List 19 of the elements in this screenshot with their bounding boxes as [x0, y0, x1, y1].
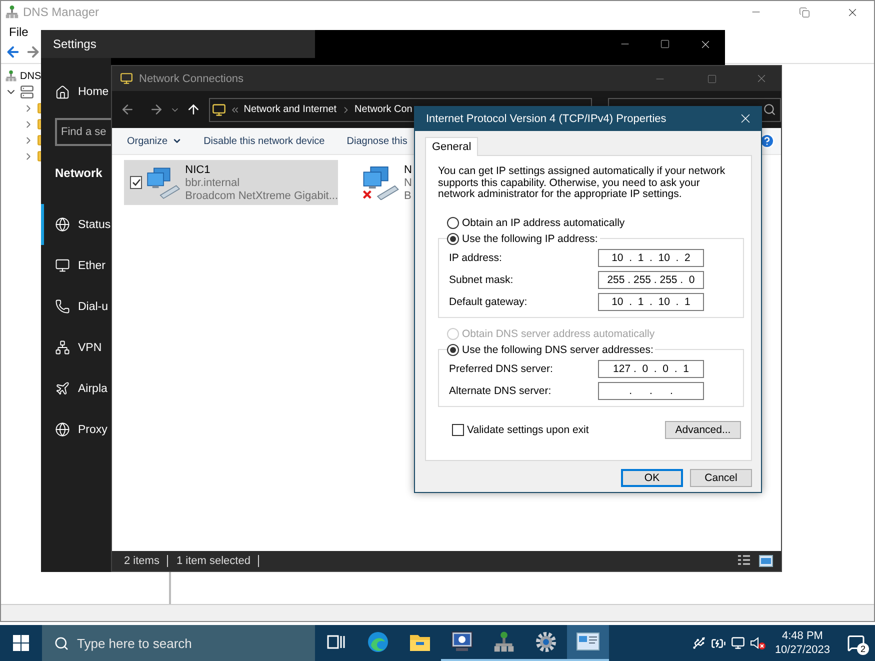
notification-count: 2 [857, 643, 869, 655]
intro-text: You can get IP settings assigned automatically if your network supports this capability. Otherwise, you need to ask your network administrator for the appropriate IP settings. [438, 166, 726, 200]
window-title: DNS Manager [23, 5, 100, 19]
connection-network: N [404, 176, 412, 188]
field-label: Subnet mask: [449, 274, 514, 286]
window-title: Network Connections [139, 72, 244, 84]
connection-name: NIC1 [185, 164, 212, 176]
field-label: Preferred DNS server: [449, 362, 554, 374]
connection-device: Broadcom NetXtreme Gigabit... [185, 190, 338, 202]
window-title: Settings [53, 37, 96, 51]
field-label: IP address: [449, 252, 503, 264]
connection-network: bbr.internal [185, 176, 241, 188]
field-label: Default gateway: [449, 296, 528, 308]
section-heading: Network [55, 166, 104, 180]
status-text: 2 items [124, 555, 160, 567]
connection-name: N [404, 164, 412, 176]
connection-device: B [404, 190, 412, 202]
field-label: Alternate DNS server: [449, 384, 552, 396]
status-text: 1 item selected [176, 555, 250, 567]
